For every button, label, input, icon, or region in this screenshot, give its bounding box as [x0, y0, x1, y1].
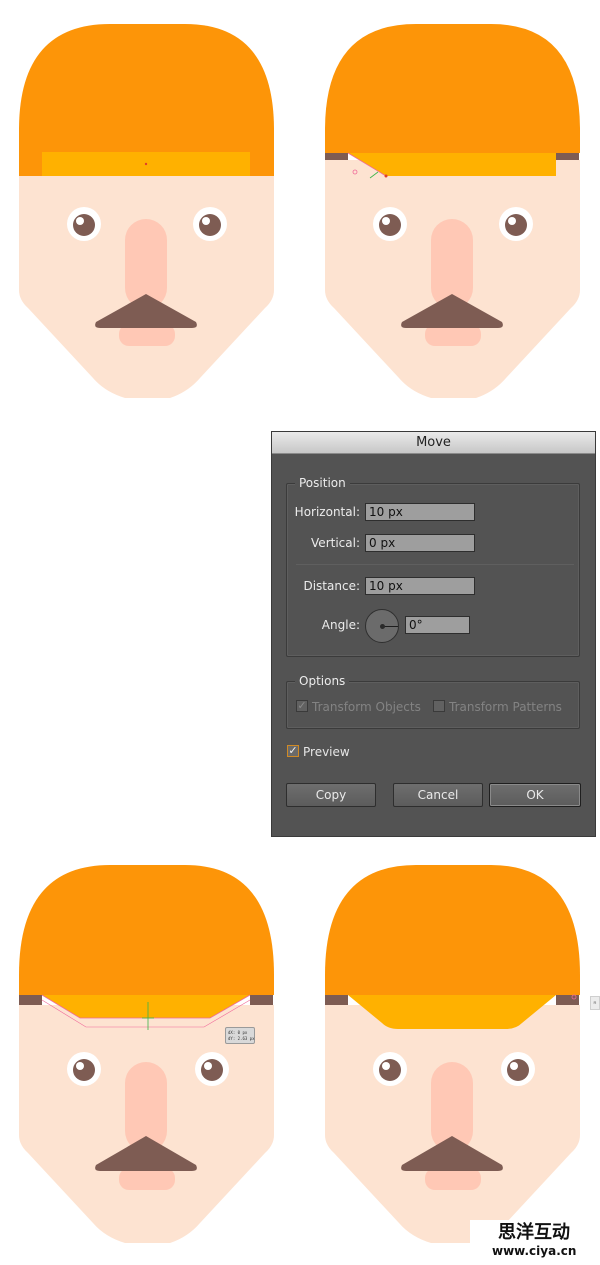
watermark: 思洋互动 www.ciya.cn [470, 1220, 600, 1265]
mouth [425, 1168, 481, 1190]
hat [325, 865, 580, 995]
preview-checkbox[interactable]: ✓ [287, 745, 299, 757]
eye-left-pupil [379, 1059, 401, 1081]
tooltip-dy: dY: 2.63 px [228, 1036, 255, 1041]
face-illustration-4 [325, 865, 580, 1243]
eye-left-pupil [379, 214, 401, 236]
angle-dial-center [380, 624, 385, 629]
move-delta-tooltip: dX: 0 px dY: 2.63 px [225, 1027, 255, 1044]
canvas-edge-marker: R [590, 996, 600, 1010]
eye-right-pupil [201, 1059, 223, 1081]
horizontal-label: Horizontal: [294, 505, 360, 519]
hat [19, 865, 274, 995]
angle-input[interactable]: 0° [405, 616, 470, 634]
watermark-chinese: 思洋互动 [498, 1222, 570, 1243]
distance-label: Distance: [303, 579, 360, 593]
options-legend: Options [295, 673, 350, 689]
eye-left-pupil [73, 214, 95, 236]
angle-dial[interactable] [365, 609, 399, 643]
anchor-point [384, 174, 388, 178]
cancel-button[interactable]: Cancel [393, 783, 483, 807]
hat [325, 24, 580, 153]
vertical-label: Vertical: [311, 536, 360, 550]
eye-left-pupil [73, 1059, 95, 1081]
face-illustration-3 [19, 865, 274, 1243]
eye-right-pupil [199, 214, 221, 236]
eye-right-highlight [202, 217, 210, 225]
eye-right-highlight [510, 1062, 518, 1070]
eye-left-highlight [382, 217, 390, 225]
vertical-input[interactable]: 0 px [365, 534, 475, 552]
horizontal-input[interactable]: 10 px [365, 503, 475, 521]
eye-right-highlight [508, 217, 516, 225]
position-separator [296, 564, 574, 565]
angle-label: Angle: [321, 618, 360, 632]
eye-left-highlight [76, 1062, 84, 1070]
transform-patterns-checkbox[interactable] [433, 700, 445, 712]
transform-objects-checkbox[interactable]: ✓ [296, 700, 308, 712]
move-dialog: Move Position Horizontal: 10 px Vertical… [271, 431, 596, 837]
transform-objects-label: Transform Objects [312, 700, 421, 714]
transform-patterns-label: Transform Patterns [449, 700, 562, 714]
distance-input[interactable]: 10 px [365, 577, 475, 595]
eye-right-pupil [507, 1059, 529, 1081]
face-illustration-2 [325, 24, 580, 398]
mouth [119, 1168, 175, 1190]
position-legend: Position [295, 475, 350, 491]
eye-right-highlight [204, 1062, 212, 1070]
preview-label: Preview [303, 745, 350, 759]
eye-left-highlight [382, 1062, 390, 1070]
face-illustration-1 [19, 24, 274, 398]
copy-button[interactable]: Copy [286, 783, 376, 807]
watermark-url: www.ciya.cn [492, 1244, 577, 1258]
eye-left-highlight [76, 217, 84, 225]
dialog-title[interactable]: Move [272, 432, 595, 454]
ok-button[interactable]: OK [489, 783, 581, 807]
eye-right-pupil [505, 214, 527, 236]
band-anchor-point [144, 162, 148, 166]
